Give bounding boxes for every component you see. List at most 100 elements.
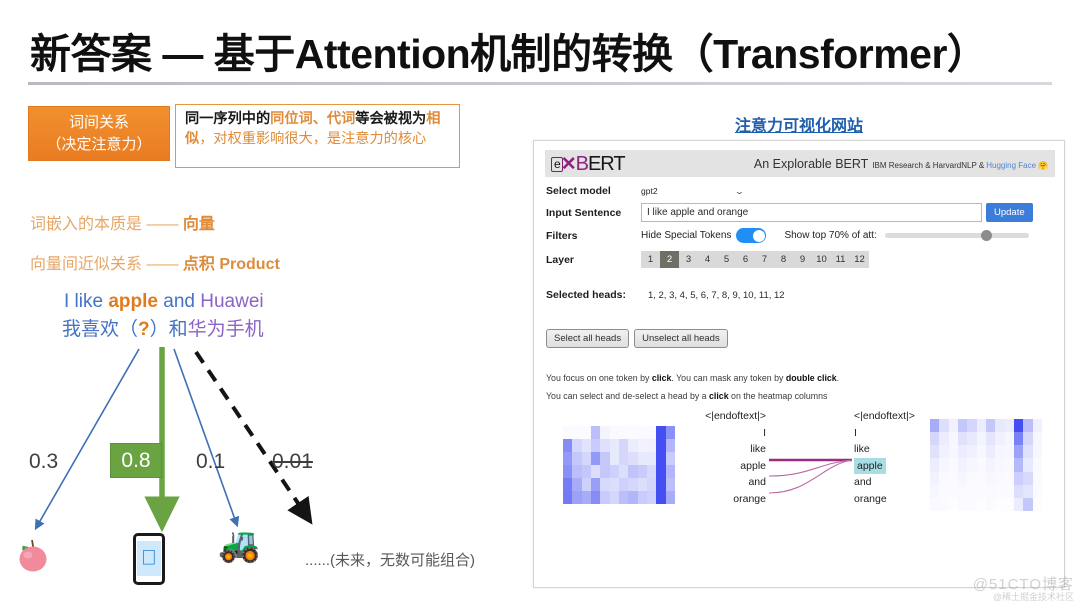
token-and[interactable]: and	[854, 474, 932, 491]
heatmap-cell[interactable]	[985, 419, 996, 433]
heatmap-cell[interactable]	[995, 419, 1005, 433]
heatmap-cell[interactable]	[967, 498, 976, 511]
layer-cell-5[interactable]: 5	[717, 251, 736, 268]
heatmap-cell[interactable]	[646, 452, 657, 465]
heatmap-cell[interactable]	[949, 458, 958, 471]
layer-cell-11[interactable]: 11	[831, 251, 850, 268]
heatmap-cell[interactable]	[581, 491, 591, 504]
heatmap-cell[interactable]	[1032, 432, 1042, 446]
token-orange[interactable]: orange	[854, 491, 932, 508]
heatmap-cell[interactable]	[600, 452, 610, 465]
heatmap-cell[interactable]	[995, 458, 1005, 472]
heatmap-cell[interactable]	[656, 491, 666, 504]
hugging-face-link[interactable]: Hugging Face	[986, 161, 1036, 170]
heatmap-cell[interactable]	[656, 465, 666, 478]
heatmap-cell[interactable]	[572, 491, 582, 504]
unselect-all-heads-button[interactable]: Unselect all heads	[634, 329, 728, 348]
heatmap-cell[interactable]	[958, 485, 967, 498]
heatmap-cell[interactable]	[1033, 498, 1042, 511]
token-apple[interactable]: apple	[854, 457, 932, 474]
heatmap-cell[interactable]	[628, 478, 638, 491]
select-all-heads-button[interactable]: Select all heads	[546, 329, 630, 348]
token-and[interactable]: and	[694, 474, 766, 491]
heatmap-cell[interactable]	[957, 432, 968, 446]
heatmap-cell[interactable]	[939, 472, 948, 485]
heatmap-cell[interactable]	[590, 426, 601, 439]
heatmap-cell[interactable]	[1004, 419, 1014, 433]
token-endoftext[interactable]: <|endoftext|>	[854, 408, 932, 425]
heatmap-cell[interactable]	[949, 485, 958, 498]
heatmap-cell[interactable]	[572, 465, 582, 478]
heatmap-cell[interactable]	[985, 458, 996, 472]
heatmap-cell[interactable]	[995, 445, 1005, 459]
heatmap-cell[interactable]	[609, 465, 619, 478]
heatmap-cell[interactable]	[1033, 472, 1042, 485]
heatmap-cell[interactable]	[600, 426, 610, 439]
heatmap-cell[interactable]	[939, 419, 949, 433]
heatmap-cell[interactable]	[957, 445, 968, 459]
heatmap-cell[interactable]	[1023, 432, 1033, 446]
heatmap-cell[interactable]	[939, 498, 948, 511]
heatmap-cell[interactable]	[1023, 458, 1033, 472]
heatmap-cell[interactable]	[1023, 419, 1033, 433]
heatmap-cell[interactable]	[1005, 472, 1014, 485]
heatmap-cell[interactable]	[986, 485, 995, 498]
heatmap-cell[interactable]	[949, 472, 958, 485]
heatmap-cell[interactable]	[637, 452, 647, 465]
heatmap-cell[interactable]	[1013, 432, 1024, 446]
heatmap-cell[interactable]	[618, 491, 629, 504]
heatmap-cell[interactable]	[939, 485, 948, 498]
heatmap-cell[interactable]	[967, 419, 977, 433]
heatmap-cell[interactable]	[995, 432, 1005, 446]
heatmap-cell[interactable]	[582, 426, 591, 439]
heatmap-cell[interactable]	[977, 472, 986, 485]
layer-selector[interactable]: 1 2 3 4 5 6 7 8 9 10 11 12	[641, 251, 869, 268]
heatmap-cell[interactable]	[976, 419, 986, 433]
heatmap-cell[interactable]	[665, 439, 675, 452]
layer-cell-9[interactable]: 9	[793, 251, 812, 268]
heatmap-cell[interactable]	[958, 498, 967, 511]
heatmap-cell[interactable]	[977, 458, 986, 471]
heatmap-cell[interactable]	[637, 478, 647, 491]
heatmap-cell[interactable]	[618, 465, 629, 478]
heatmap-cell[interactable]	[619, 426, 628, 439]
heatmap-cell[interactable]	[967, 472, 976, 485]
heatmap-cell[interactable]	[563, 426, 572, 439]
heatmap-cell[interactable]	[563, 439, 573, 452]
heatmap-cell[interactable]	[957, 419, 968, 433]
token-endoftext[interactable]: <|endoftext|>	[694, 408, 766, 425]
token-column-left[interactable]: <|endoftext|> Ilike apple and orange	[694, 408, 766, 507]
heatmap-cell[interactable]	[985, 445, 996, 459]
heatmap-cell[interactable]	[939, 458, 949, 472]
heatmap-cell[interactable]	[563, 452, 573, 465]
heatmap-cell[interactable]	[1023, 471, 1033, 485]
hide-special-tokens-toggle[interactable]	[736, 228, 767, 243]
heatmap-cell[interactable]	[590, 465, 601, 478]
heatmap-cell[interactable]	[572, 478, 582, 491]
heatmap-cell[interactable]	[1023, 484, 1033, 498]
heatmap-cell[interactable]	[656, 426, 666, 439]
heatmap-cell[interactable]	[967, 432, 977, 446]
layer-cell-6[interactable]: 6	[736, 251, 755, 268]
heatmap-cell[interactable]	[948, 432, 958, 446]
chevron-down-icon[interactable]: ⌄	[734, 187, 745, 196]
heatmap-cell[interactable]	[637, 465, 647, 478]
layer-cell-8[interactable]: 8	[774, 251, 793, 268]
heatmap-cell[interactable]	[590, 439, 601, 452]
layer-cell-2[interactable]: 2	[660, 251, 679, 268]
layer-cell-7[interactable]: 7	[755, 251, 774, 268]
heatmap-cell[interactable]	[581, 452, 591, 465]
heatmap-cell[interactable]	[1013, 419, 1024, 433]
attention-heatmap-left[interactable]	[563, 426, 675, 504]
layer-cell-4[interactable]: 4	[698, 251, 717, 268]
heatmap-cell[interactable]	[638, 426, 647, 439]
heatmap-cell[interactable]	[967, 445, 977, 459]
slider-thumb[interactable]	[980, 230, 992, 241]
heatmap-cell[interactable]	[590, 491, 601, 504]
heatmap-cell[interactable]	[1033, 458, 1042, 471]
heatmap-cell[interactable]	[628, 452, 638, 465]
heatmap-cell[interactable]	[646, 439, 657, 452]
heatmap-cell[interactable]	[646, 491, 657, 504]
heatmap-cell[interactable]	[581, 439, 591, 452]
heatmap-cell[interactable]	[976, 432, 986, 446]
